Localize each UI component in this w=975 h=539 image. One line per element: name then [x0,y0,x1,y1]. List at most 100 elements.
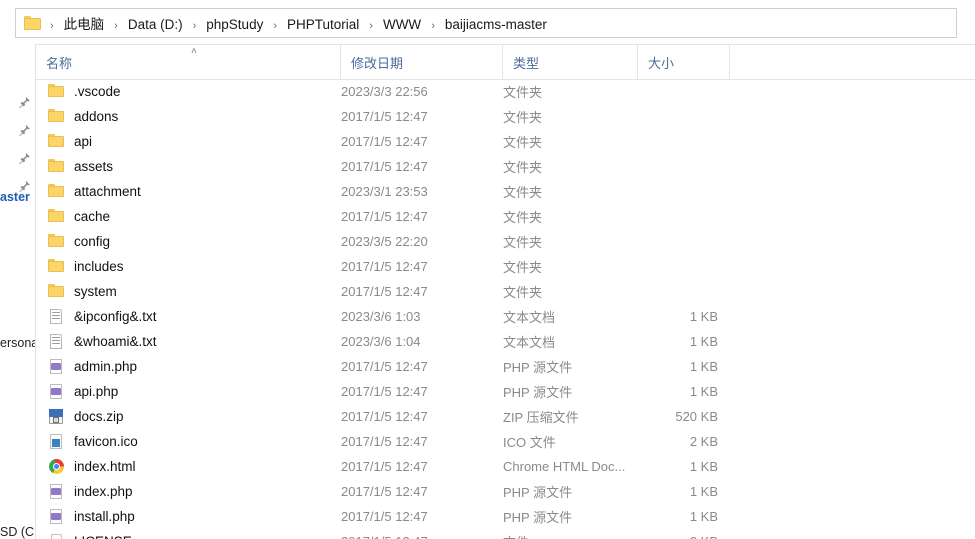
sidebar-item-baijiacms-master[interactable]: aster [0,190,35,204]
php-file-icon [48,383,65,400]
file-type-cell: 文件夹 [503,160,543,175]
table-row[interactable]: &ipconfig&.txt 2023/3/6 1:03 文本文档 1 KB [36,305,724,330]
table-row[interactable]: favicon.ico 2017/1/5 12:47 ICO 文件 2 KB [36,430,724,455]
table-row[interactable]: admin.php 2017/1/5 12:47 PHP 源文件 1 KB [36,355,724,380]
file-name-cell[interactable]: &ipconfig&.txt [48,305,338,328]
breadcrumb: › 此电脑 › Data (D:) › phpStudy › PHPTutorial › WWW ›… [43,13,550,34]
date-modified-cell: 2017/1/5 12:47 [341,484,428,499]
file-name-label: LICENSE [74,534,132,539]
pin-icon[interactable] [18,152,31,165]
table-row[interactable]: cache 2017/1/5 12:47 文件夹 [36,205,724,230]
address-bar[interactable]: › 此电脑 › Data (D:) › phpStudy › PHPTutorial › WWW ›… [15,8,957,38]
table-row[interactable]: addons 2017/1/5 12:47 文件夹 [36,105,724,130]
sidebar-item-personal[interactable]: ersona [0,336,35,350]
file-name-label: addons [74,109,119,124]
file-type-cell: PHP 源文件 [503,360,573,375]
file-name-label: includes [74,259,124,274]
date-modified-cell: 2023/3/5 22:20 [341,234,428,249]
date-modified-cell: 2017/1/5 12:47 [341,134,428,149]
breadcrumb-item[interactable]: phpStudy [203,15,266,34]
breadcrumb-item[interactable]: Data (D:) [125,15,186,34]
date-modified-cell: 2023/3/6 1:04 [341,334,421,349]
file-type-cell: 文件夹 [503,85,543,100]
file-name-cell[interactable]: admin.php [48,355,338,378]
file-size-cell [636,180,722,203]
table-row[interactable]: LICENSE 2017/1/5 12:47 文件2 KB [36,530,724,539]
file-size-cell: 520 KB [675,409,718,424]
table-row[interactable]: includes 2017/1/5 12:47 文件夹 [36,255,724,280]
table-row[interactable]: system 2017/1/5 12:47 文件夹 [36,280,724,305]
file-type-cell: 文件夹 [503,285,543,300]
php-file-icon [48,508,65,525]
file-size-cell [636,155,722,178]
date-modified-cell: 2017/1/5 12:47 [341,459,428,474]
breadcrumb-item[interactable]: PHPTutorial [284,15,362,34]
file-name-cell[interactable]: install.php [48,505,338,528]
file-size-cell [636,130,722,153]
file-size-cell [636,105,722,128]
table-row[interactable]: &whoami&.txt 2023/3/6 1:04 文本文档 1 KB [36,330,724,355]
table-row[interactable]: .vscode 2023/3/3 22:56 文件夹 [36,80,724,105]
file-name-label: api [74,134,93,149]
generic-file-icon [48,533,65,539]
file-size-cell: 2 KB [689,434,718,449]
column-header-name[interactable]: 名称 [36,45,341,80]
folder-icon [48,208,65,225]
file-size-cell: 1 KB [689,334,718,349]
file-type-cell: PHP 源文件 [503,485,573,500]
file-name-cell[interactable]: assets [48,155,338,178]
table-row[interactable]: attachment 2023/3/1 23:53 文件夹 [36,180,724,205]
column-header-date-modified[interactable]: 修改日期 [341,45,503,80]
date-modified-cell: 2023/3/1 23:53 [341,184,428,199]
file-name-cell[interactable]: index.html [48,455,338,478]
pin-icon[interactable] [18,96,31,109]
file-name-label: config [74,234,111,249]
table-row[interactable]: index.php 2017/1/5 12:47 PHP 源文件 1 KB [36,480,724,505]
file-name-cell[interactable]: api [48,130,338,153]
date-modified-cell: 2017/1/5 12:47 [341,359,428,374]
file-name-label: cache [74,209,111,224]
navigation-pane[interactable]: aster ersona SD (C: [0,44,36,539]
breadcrumb-item[interactable]: 此电脑 [61,15,108,34]
table-row[interactable]: api 2017/1/5 12:47 文件夹 [36,130,724,155]
file-name-cell[interactable]: .vscode [48,80,338,103]
file-name-cell[interactable]: index.php [48,480,338,503]
file-size-cell: 2 KB [636,530,722,539]
column-header-type[interactable]: 类型 [503,45,638,80]
date-modified-cell: 2017/1/5 12:47 [341,530,496,539]
table-row[interactable]: install.php 2017/1/5 12:47 PHP 源文件 1 KB [36,505,724,530]
file-name-cell[interactable]: &whoami&.txt [48,330,338,353]
file-name-label: assets [74,159,114,174]
file-size-cell [636,280,722,303]
table-row[interactable]: docs.zip 2017/1/5 12:47 ZIP 压缩文件 520 KB [36,405,724,430]
file-name-cell[interactable]: system [48,280,338,303]
file-type-cell: 文件夹 [503,210,543,225]
file-name-cell[interactable]: favicon.ico [48,430,338,453]
file-type-cell: ICO 文件 [503,435,556,450]
sidebar-item-ssd-c-drive[interactable]: SD (C: [0,525,35,539]
file-name-cell[interactable]: attachment [48,180,338,203]
file-name-cell[interactable]: config [48,230,338,253]
breadcrumb-item[interactable]: WWW [380,15,424,34]
file-name-cell[interactable]: docs.zip [48,405,338,428]
column-header-size[interactable]: 大小 [638,45,730,80]
file-name-cell[interactable]: LICENSE [48,530,338,539]
file-size-cell [636,205,722,228]
date-modified-cell: 2017/1/5 12:47 [341,384,428,399]
file-name-cell[interactable]: includes [48,255,338,278]
breadcrumb-item[interactable]: baijiacms-master [442,15,550,34]
file-type-cell: ZIP 压缩文件 [503,410,579,425]
file-name-cell[interactable]: cache [48,205,338,228]
pin-icon[interactable] [18,124,31,137]
table-row[interactable]: api.php 2017/1/5 12:47 PHP 源文件 1 KB [36,380,724,405]
table-row[interactable]: config 2023/3/5 22:20 文件夹 [36,230,724,255]
table-row[interactable]: assets 2017/1/5 12:47 文件夹 [36,155,724,180]
file-name-cell[interactable]: addons [48,105,338,128]
file-name-label: system [74,284,117,299]
table-row[interactable]: index.html 2017/1/5 12:47 Chrome HTML Doc.… [36,455,724,480]
date-modified-cell: 2017/1/5 12:47 [341,159,428,174]
file-name-cell[interactable]: api.php [48,380,338,403]
file-size-cell: 1 KB [689,484,718,499]
file-type-cell: PHP 源文件 [503,385,573,400]
file-name-label: .vscode [74,84,121,99]
